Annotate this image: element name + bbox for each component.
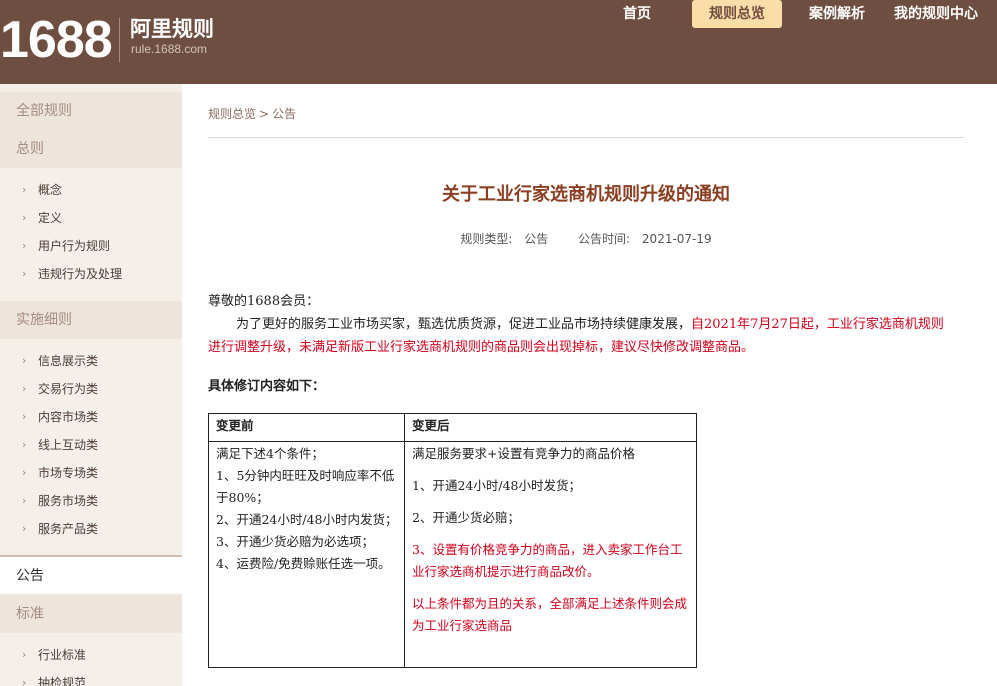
sidebar-item-definition[interactable]: › 定义 [0,204,182,232]
sidebar-all-rules[interactable]: 全部规则 [0,92,182,130]
publish-time-label: 公告时间: [578,232,631,246]
sidebar-item-info-display[interactable]: › 信息展示类 [0,347,182,375]
intro-paragraph: 为了更好的服务工业市场买家，甄选优质货源，促进工业品市场持续健康发展，自2021… [208,317,944,355]
chevron-right-icon: › [22,648,27,661]
table-header-row: 变更前 变更后 [208,413,697,442]
logo-divider [119,18,120,62]
greeting: 尊敬的1688会员： [208,294,320,309]
breadcrumb-rules-overview[interactable]: 规则总览 [208,107,256,121]
chevron-right-icon: › [22,183,27,196]
before-cell: 满足下述4个条件； 1、5分钟内旺旺及时响应率不低于80%； 2、开通24小时/… [208,441,405,668]
sidebar-item-sampling-spec[interactable]: › 抽检规范 [0,669,182,686]
sidebar-section-announcement[interactable]: 公告 [0,555,182,593]
nav-case-analysis[interactable]: 案例解析 [802,0,872,28]
chevron-right-icon: › [22,267,27,280]
details-heading: 具体修订内容如下： [208,379,326,394]
chevron-right-icon: › [22,382,27,395]
chevron-right-icon: › [22,466,27,479]
chevron-right-icon: › [22,410,27,423]
chevron-right-icon: › [22,522,27,535]
page-title: 关于工业行家选商机规则升级的通知 [442,184,730,205]
sidebar-item-user-behavior[interactable]: › 用户行为规则 [0,232,182,260]
table-row: 满足下述4个条件； 1、5分钟内旺旺及时响应率不低于80%； 2、开通24小时/… [208,441,697,668]
sidebar-item-market-special[interactable]: › 市场专场类 [0,459,182,487]
article-body: 尊敬的1688会员： 为了更好的服务工业市场买家，甄选优质货源，促进工业品市场持… [208,290,948,398]
breadcrumb: 规则总览 > 公告 [208,106,296,122]
chevron-right-icon: › [22,211,27,224]
chevron-right-icon: › [22,676,27,686]
rule-type-value: 公告 [524,232,549,246]
chevron-right-icon: › [22,494,27,507]
nav-my-rules-center[interactable]: 我的规则中心 [888,0,984,28]
header-before: 变更前 [208,413,405,442]
revision-table: 变更前 变更后 满足下述4个条件； 1、5分钟内旺旺及时响应率不低于80%； 2… [208,413,697,668]
publish-time-value: 2021-07-19 [641,232,712,246]
top-header: 1688 阿里规则 rule.1688.com 首页 规则总览 案例解析 我的规… [0,0,997,84]
nav-rules-overview[interactable]: 规则总览 [692,0,782,28]
sidebar-item-service-product[interactable]: › 服务产品类 [0,515,182,543]
after-cell: 满足服务要求+设置有竞争力的商品价格 1、开通24小时/48小时发货； 2、开通… [404,441,697,668]
sidebar-item-content-market[interactable]: › 内容市场类 [0,403,182,431]
breadcrumb-separator: > [259,107,270,121]
sidebar-section-implementation[interactable]: 实施细则 [0,301,182,339]
rule-type-label: 规则类型: [460,232,513,246]
sidebar-item-industry-standard[interactable]: › 行业标准 [0,641,182,669]
chevron-right-icon: › [22,438,27,451]
chevron-right-icon: › [22,239,27,252]
sidebar-section-standards[interactable]: 标准 [0,595,182,633]
breadcrumb-current[interactable]: 公告 [272,107,296,121]
chevron-right-icon: › [22,354,27,367]
sidebar-section-general[interactable]: 总则 [0,130,182,168]
sidebar-item-trade-behavior[interactable]: › 交易行为类 [0,375,182,403]
header-after: 变更后 [404,413,697,442]
logo-title[interactable]: 阿里规则 [130,16,214,42]
sidebar-item-concept[interactable]: › 概念 [0,176,182,204]
logo-url: rule.1688.com [131,42,208,56]
logo-1688[interactable]: 1688 [0,10,113,70]
sidebar-item-violations[interactable]: › 违规行为及处理 [0,260,182,288]
sidebar-item-online-interaction[interactable]: › 线上互动类 [0,431,182,459]
divider [208,137,964,138]
nav-home[interactable]: 首页 [612,0,662,28]
article-meta: 规则类型: 公告 公告时间: 2021-07-19 [208,231,964,247]
sidebar-item-service-market[interactable]: › 服务市场类 [0,487,182,515]
sidebar: 全部规则 总则 › 概念 › 定义 › 用户行为规则 › 违规行为及处理 实施细则 › 信… [0,84,182,686]
